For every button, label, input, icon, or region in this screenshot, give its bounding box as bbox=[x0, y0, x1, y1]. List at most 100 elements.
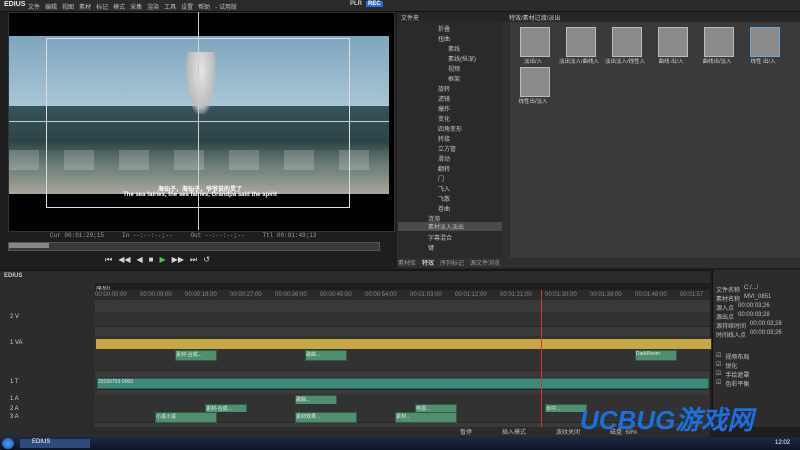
play-icon[interactable]: ▶ bbox=[160, 255, 166, 265]
track-2v bbox=[95, 312, 710, 327]
menu-capture[interactable]: 采集 bbox=[130, 2, 142, 11]
tab-bin[interactable]: 素材库 bbox=[398, 258, 416, 267]
checkbox-icon: ☑ bbox=[716, 371, 722, 377]
tree-item[interactable]: 变化 bbox=[438, 114, 450, 123]
menu-edit[interactable]: 编辑 bbox=[45, 2, 57, 11]
info-row: 源入点 00:00:03;26 bbox=[716, 303, 770, 312]
tree-item[interactable]: 滤镜 bbox=[438, 94, 450, 103]
tree-item[interactable]: 素线 bbox=[448, 44, 460, 53]
info-key: 时间线入点 bbox=[716, 333, 747, 339]
menu-settings[interactable]: 设置 bbox=[181, 2, 193, 11]
go-end-icon[interactable]: ⏭ bbox=[190, 255, 197, 265]
tree-item[interactable]: 字幕混合 bbox=[428, 233, 452, 242]
subtitle-en: The sea fairies, the sea fairies, Grandp… bbox=[123, 192, 277, 198]
trial-label: - 试用版 bbox=[215, 5, 237, 11]
tree-item-selected[interactable]: 素材淡入淡出 bbox=[398, 222, 502, 231]
menu-mark[interactable]: 标记 bbox=[96, 2, 108, 11]
tree-item[interactable]: 翻转 bbox=[438, 164, 450, 173]
tree-item[interactable]: 扭曲 bbox=[438, 34, 450, 43]
tree-item[interactable]: 四角变形 bbox=[438, 124, 462, 133]
tree-item[interactable]: 爆炸 bbox=[438, 104, 450, 113]
effect-item[interactable]: ☑ 视频布局 bbox=[716, 352, 749, 361]
effect-item[interactable]: ☑ 手绘遮罩 bbox=[716, 370, 749, 379]
tree-item[interactable]: 立方管 bbox=[438, 144, 456, 153]
rec-button[interactable]: REC bbox=[366, 1, 383, 7]
timeline-logo: EDIUS bbox=[4, 273, 23, 279]
tab-source-browser[interactable]: 源文件浏览 bbox=[470, 258, 500, 267]
effects-grid: 淡出/入 淡出淡入/曲线入 淡出淡入/线性入 曲线 出/入 曲线出/淡入 线性 … bbox=[510, 22, 800, 258]
clip[interactable]: 素材-合成... bbox=[175, 350, 217, 361]
scrub-bar[interactable] bbox=[8, 242, 380, 251]
plr-button[interactable]: PLR bbox=[348, 1, 364, 7]
tree-item[interactable]: 滑动 bbox=[438, 154, 450, 163]
ruler-tick: 00:00:18;00 bbox=[185, 292, 217, 298]
checkbox-icon: ☑ bbox=[716, 362, 722, 368]
go-start-icon[interactable]: ⏮ bbox=[105, 255, 112, 265]
timeline-cursor[interactable] bbox=[541, 290, 542, 427]
fx-thumb[interactable] bbox=[704, 27, 734, 57]
effects-path: 特效/素材过渡/淡出 bbox=[509, 16, 561, 22]
track-1va: 素材-合成... 歌曲... DarkRoom bbox=[95, 336, 712, 371]
menu-view[interactable]: 视图 bbox=[62, 2, 74, 11]
clip[interactable]: DarkRoom bbox=[635, 350, 677, 361]
ruler-tick: 00:00:09;00 bbox=[140, 292, 172, 298]
tree-item[interactable]: 折叠 bbox=[438, 24, 450, 33]
info-value: MVI_0851 bbox=[744, 294, 772, 300]
guide-horizontal bbox=[9, 121, 389, 122]
tc-current: Cur 00:01:29;15 bbox=[50, 232, 105, 239]
title-clip[interactable]: 20150703-0000 bbox=[97, 378, 709, 389]
tree-item[interactable]: 飞入 bbox=[438, 184, 450, 193]
info-key: 素材名称 bbox=[716, 297, 741, 303]
fx-thumb[interactable] bbox=[658, 27, 688, 57]
menu-file[interactable]: 文件 bbox=[28, 2, 40, 11]
tree-item[interactable]: 卷曲 bbox=[438, 204, 450, 213]
tree-item[interactable]: 转接 bbox=[438, 134, 450, 143]
tree-item[interactable]: 旋转 bbox=[438, 84, 450, 93]
clip[interactable]: 小溪小溪 bbox=[155, 412, 217, 423]
ruler-tick: 00:01:30;00 bbox=[545, 292, 577, 298]
timecode-bar: Cur 00:01:29;15 In --:--:--;-- Out --:--… bbox=[50, 232, 316, 239]
info-row: 时间线入点 00:00:03;26 bbox=[716, 330, 782, 339]
tree-item[interactable]: 视频 bbox=[448, 64, 460, 73]
fx-thumb[interactable] bbox=[566, 27, 596, 57]
fast-forward-icon[interactable]: ▶▶ bbox=[172, 255, 184, 265]
stop-icon[interactable]: ■ bbox=[149, 255, 154, 265]
menu-tools[interactable]: 工具 bbox=[164, 2, 176, 11]
tab-effects[interactable]: 特效 bbox=[422, 258, 434, 267]
menu-help[interactable]: 帮助 bbox=[198, 2, 210, 11]
effect-item[interactable]: ☑ 锐化 bbox=[716, 361, 737, 370]
effect-item[interactable]: ☑ 色彩平衡 bbox=[716, 379, 749, 388]
ruler-tick: 00:01:21;00 bbox=[500, 292, 532, 298]
video-clip-strip[interactable] bbox=[95, 338, 712, 350]
taskbar-app-button[interactable]: EDIUS bbox=[20, 439, 90, 448]
clip[interactable]: 素材... bbox=[395, 412, 457, 423]
menu-mode[interactable]: 模式 bbox=[113, 2, 125, 11]
menu-render[interactable]: 渲染 bbox=[147, 2, 159, 11]
info-key: 文件名称 bbox=[716, 288, 741, 294]
timeline-ruler[interactable]: 00:00:00;00 00:00:09;00 00:00:18;00 00:0… bbox=[95, 290, 710, 300]
fx-thumb[interactable] bbox=[612, 27, 642, 57]
ruler-tick: 00:00:54;00 bbox=[365, 292, 397, 298]
loop-icon[interactable]: ↺ bbox=[203, 255, 210, 265]
tree-item[interactable]: 框架 bbox=[448, 74, 460, 83]
info-row: 源持续时间 00:00:03;28 bbox=[716, 321, 782, 330]
clip[interactable]: 素材效果... bbox=[295, 412, 357, 423]
step-back-icon[interactable]: ◀ bbox=[137, 255, 143, 265]
tree-item[interactable]: 飞散 bbox=[438, 194, 450, 203]
effect-label: 视频布局 bbox=[725, 355, 750, 361]
fx-thumb[interactable] bbox=[520, 67, 550, 97]
clip[interactable]: 歌曲... bbox=[305, 350, 347, 361]
menu-clip[interactable]: 素材 bbox=[79, 2, 91, 11]
fx-thumb-selected[interactable] bbox=[750, 27, 780, 57]
tree-item[interactable]: 门 bbox=[438, 174, 444, 183]
fx-thumb[interactable] bbox=[520, 27, 550, 57]
start-button-icon[interactable] bbox=[2, 438, 14, 449]
info-row: 素材名称 MVI_0851 bbox=[716, 294, 771, 303]
timeline-toolbar: EDIUS bbox=[0, 270, 710, 283]
tree-item[interactable]: 键 bbox=[428, 243, 434, 252]
info-value: 00:00:03;28 bbox=[750, 321, 782, 327]
fx-label: 淡出/入 bbox=[523, 59, 543, 65]
tree-item[interactable]: 素线(纵深) bbox=[448, 54, 476, 63]
tab-markers[interactable]: 序列标记 bbox=[440, 258, 464, 267]
rewind-icon[interactable]: ◀◀ bbox=[118, 255, 130, 265]
